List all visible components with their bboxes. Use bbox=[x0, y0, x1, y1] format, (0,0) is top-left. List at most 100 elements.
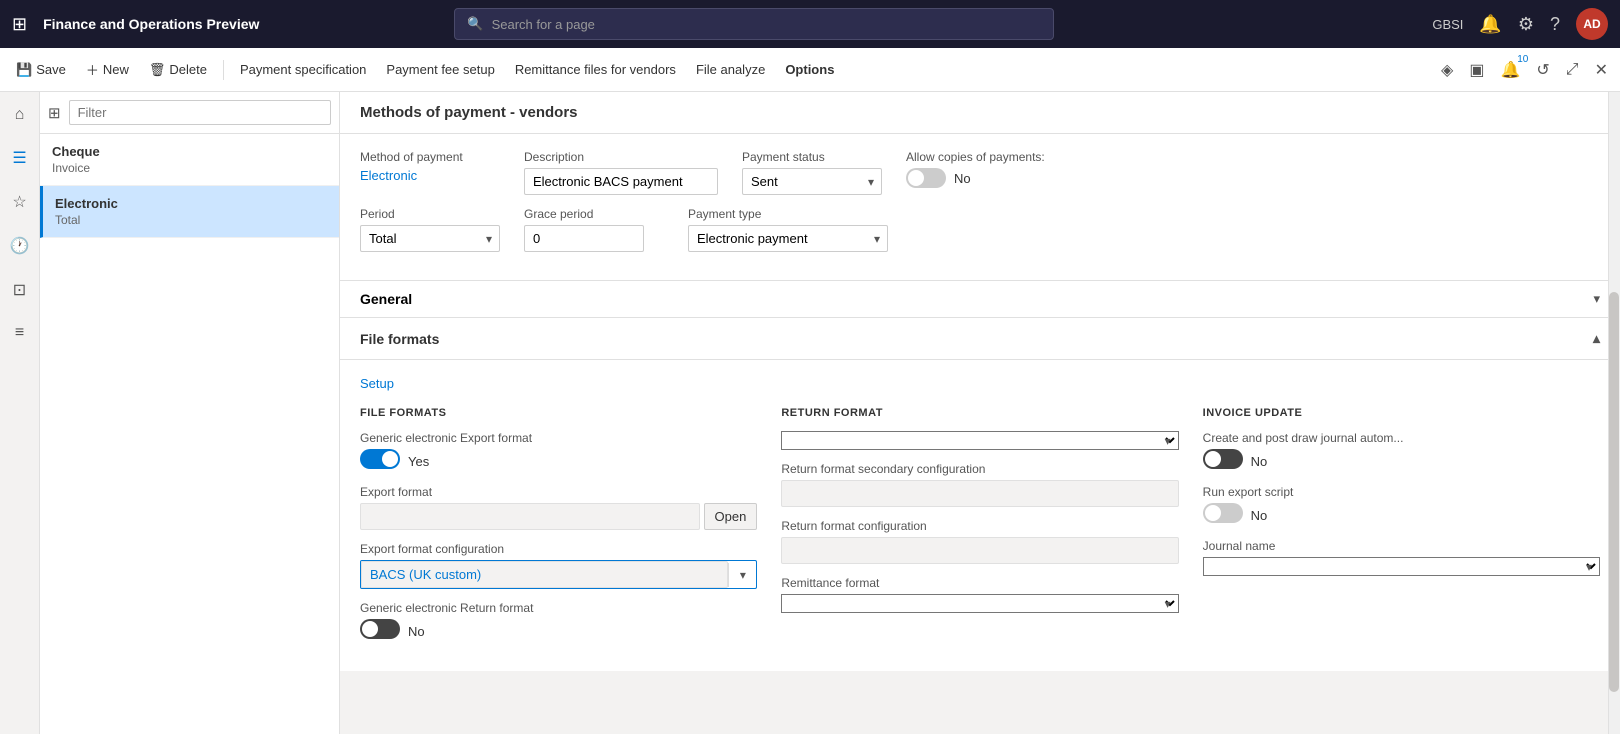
form-row-2: Period Total Invoice Date Grace period P… bbox=[360, 207, 1600, 252]
form-row-1: Method of payment Electronic Description… bbox=[360, 150, 1600, 195]
delete-button[interactable]: 🗑 Delete bbox=[141, 58, 215, 82]
allow-copies-toggle[interactable] bbox=[906, 168, 946, 188]
left-panel-header: ⊞ bbox=[40, 92, 339, 134]
settings-icon[interactable]: ⚙ bbox=[1518, 14, 1534, 35]
help-icon[interactable]: ? bbox=[1550, 14, 1560, 35]
remittance-format-select[interactable] bbox=[781, 594, 1178, 613]
maximize-icon[interactable]: ⤢ bbox=[1562, 57, 1583, 83]
generic-export-toggle[interactable] bbox=[360, 449, 400, 469]
user-avatar[interactable]: AD bbox=[1576, 8, 1608, 40]
favorites-icon[interactable]: ☆ bbox=[6, 186, 32, 218]
country-code: GBSI bbox=[1432, 17, 1463, 32]
file-formats-header[interactable]: File formats ▴ bbox=[340, 318, 1620, 360]
generic-export-toggle-row: Yes bbox=[360, 449, 757, 473]
open-button[interactable]: Open bbox=[704, 503, 758, 530]
top-nav: ⊞ Finance and Operations Preview 🔍 GBSI … bbox=[0, 0, 1620, 48]
allow-copies-text: No bbox=[954, 171, 971, 186]
run-export-label: Run export script bbox=[1203, 485, 1600, 499]
payment-type-select[interactable]: Electronic payment Check Other bbox=[688, 225, 888, 252]
export-format-config-dropdown-btn[interactable]: ▾ bbox=[728, 563, 756, 587]
return-format-select[interactable] bbox=[781, 431, 1178, 450]
badge-icon[interactable]: 🔔 10 bbox=[1496, 56, 1524, 84]
period-wrapper: Total Invoice Date bbox=[360, 225, 500, 252]
grace-period-group: Grace period bbox=[524, 207, 664, 252]
remittance-button[interactable]: Remittance files for vendors bbox=[507, 58, 684, 81]
filter-input[interactable] bbox=[69, 100, 331, 125]
grace-period-label: Grace period bbox=[524, 207, 664, 221]
export-format-config-input[interactable] bbox=[361, 561, 728, 588]
top-nav-right: GBSI 🔔 ⚙ ? AD bbox=[1432, 8, 1608, 40]
generic-return-text: No bbox=[408, 624, 425, 639]
menu-icon[interactable]: ☰ bbox=[6, 142, 32, 174]
return-format-config-input[interactable] bbox=[781, 537, 1178, 564]
description-label: Description bbox=[524, 150, 718, 164]
sidebar-icon[interactable]: ▣ bbox=[1465, 56, 1488, 84]
list-item-active[interactable]: Electronic Total bbox=[40, 186, 339, 238]
payment-spec-button[interactable]: Payment specification bbox=[232, 58, 374, 81]
return-format-config-field: Return format configuration bbox=[781, 519, 1178, 564]
diamond-icon[interactable]: ◈ bbox=[1437, 56, 1457, 84]
generic-return-toggle[interactable] bbox=[360, 619, 400, 639]
general-label: General bbox=[360, 291, 412, 307]
close-icon[interactable]: ✕ bbox=[1591, 56, 1612, 84]
export-format-config-wrapper: ▾ bbox=[360, 560, 757, 589]
notification-icon[interactable]: 🔔 bbox=[1479, 14, 1501, 35]
ff-col2-title: Return format bbox=[781, 407, 1178, 419]
journal-name-wrapper bbox=[1203, 557, 1600, 576]
toolbar: 💾 Save ＋ New 🗑 Delete Payment specificat… bbox=[0, 48, 1620, 92]
file-formats-label: File formats bbox=[360, 331, 439, 347]
grace-period-input[interactable] bbox=[524, 225, 644, 252]
save-icon: 💾 bbox=[16, 62, 32, 78]
scrollbar-thumb[interactable] bbox=[1609, 292, 1619, 692]
file-formats-collapse-icon: ▴ bbox=[1593, 330, 1600, 347]
payment-type-label: Payment type bbox=[688, 207, 888, 221]
payment-fee-button[interactable]: Payment fee setup bbox=[378, 58, 502, 81]
options-button[interactable]: Options bbox=[777, 58, 842, 81]
workspace-icon[interactable]: ⊡ bbox=[7, 274, 32, 306]
method-of-payment-group: Method of payment Electronic bbox=[360, 150, 500, 183]
run-export-toggle[interactable] bbox=[1203, 503, 1243, 523]
payment-type-group: Payment type Electronic payment Check Ot… bbox=[688, 207, 888, 252]
payment-status-wrapper: Sent None Received bbox=[742, 168, 882, 195]
method-value[interactable]: Electronic bbox=[360, 168, 500, 183]
return-format-secondary-field: Return format secondary configuration bbox=[781, 462, 1178, 507]
export-format-label: Export format bbox=[360, 485, 757, 499]
journal-name-select[interactable] bbox=[1203, 557, 1600, 576]
return-format-secondary-input[interactable] bbox=[781, 480, 1178, 507]
list-item[interactable]: Cheque Invoice bbox=[40, 134, 339, 186]
payment-status-select[interactable]: Sent None Received bbox=[742, 168, 882, 195]
export-format-config-field: Export format configuration ▾ bbox=[360, 542, 757, 589]
ff-col-3: INVOICE UPDATE Create and post draw jour… bbox=[1203, 407, 1600, 655]
general-section-header[interactable]: General ▾ bbox=[340, 281, 1620, 318]
allow-copies-slider bbox=[906, 168, 946, 188]
filter-icon[interactable]: ⊞ bbox=[48, 104, 61, 122]
home-icon[interactable]: ⌂ bbox=[9, 100, 31, 130]
search-input[interactable] bbox=[492, 17, 1042, 32]
allow-copies-label: Allow copies of payments: bbox=[906, 150, 1046, 164]
grid-icon[interactable]: ⊞ bbox=[12, 14, 27, 35]
file-analyze-button[interactable]: File analyze bbox=[688, 58, 773, 81]
run-export-field: Run export script No bbox=[1203, 485, 1600, 527]
save-button[interactable]: 💾 Save bbox=[8, 58, 74, 82]
return-format-field bbox=[781, 431, 1178, 450]
export-format-input[interactable] bbox=[360, 503, 700, 530]
description-input[interactable] bbox=[524, 168, 718, 195]
separator-1 bbox=[223, 60, 224, 80]
remittance-format-label: Remittance format bbox=[781, 576, 1178, 590]
refresh-icon[interactable]: ↺ bbox=[1532, 56, 1553, 84]
list-items: Cheque Invoice Electronic Total bbox=[40, 134, 339, 734]
new-button[interactable]: ＋ New bbox=[78, 56, 137, 83]
ff-col1-title: FILE FORMATS bbox=[360, 407, 757, 419]
modules-icon[interactable]: ≡ bbox=[9, 318, 30, 348]
period-select[interactable]: Total Invoice Date bbox=[360, 225, 500, 252]
run-export-slider bbox=[1203, 503, 1243, 523]
delete-icon: 🗑 bbox=[149, 62, 166, 78]
recent-icon[interactable]: 🕐 bbox=[4, 230, 36, 262]
main-content: Methods of payment - vendors Method of p… bbox=[340, 92, 1620, 734]
create-post-toggle[interactable] bbox=[1203, 449, 1243, 469]
setup-link[interactable]: Setup bbox=[360, 376, 394, 391]
journal-name-field: Journal name bbox=[1203, 539, 1600, 576]
general-collapse-icon: ▾ bbox=[1593, 291, 1600, 307]
scrollbar-area bbox=[1608, 92, 1620, 734]
method-label: Method of payment bbox=[360, 150, 500, 164]
